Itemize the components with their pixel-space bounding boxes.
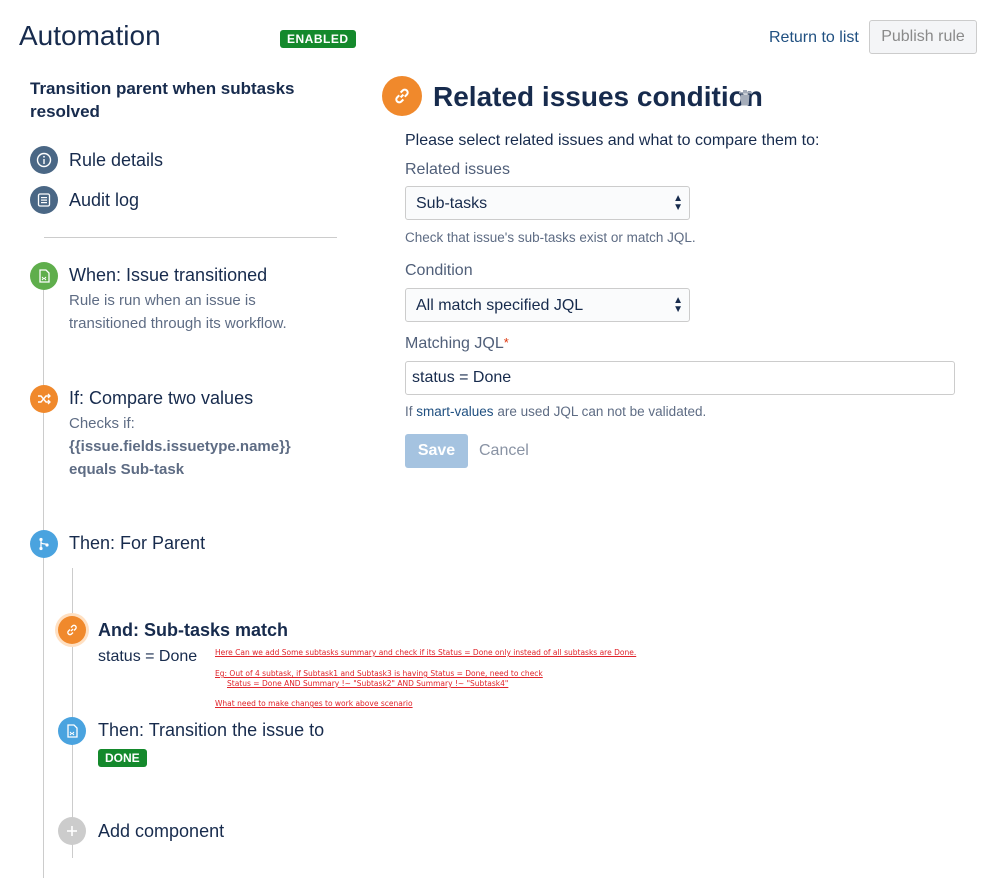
jql-input[interactable]: status = Done <box>405 361 955 395</box>
condition-title[interactable]: If: Compare two values <box>69 388 253 409</box>
related-issues-value: Sub-tasks <box>416 195 488 212</box>
jql-help-prefix: If <box>405 404 413 419</box>
list-icon[interactable] <box>30 186 58 214</box>
panel-intro: Please select related issues and what to… <box>405 132 820 149</box>
branch-icon[interactable] <box>30 530 58 558</box>
jql-label-text: Matching JQL <box>405 335 504 352</box>
related-issues-label: Related issues <box>405 161 510 178</box>
add-component-button[interactable]: Add component <box>98 821 224 842</box>
page-title: Automation <box>19 20 161 51</box>
trash-icon[interactable] <box>739 90 751 106</box>
select-arrows-icon: ▲ ▼ <box>673 295 683 315</box>
branch-line <box>72 568 73 858</box>
condition-label: Condition <box>405 262 473 279</box>
rule-name: Transition parent when subtasks resolved <box>30 79 295 121</box>
annotation-line: Status = Done AND Summary !~ "Subtask2" … <box>227 679 509 688</box>
condition-select[interactable]: All match specified JQL ▲ ▼ <box>405 288 690 322</box>
condition-desc-suffix: equals Sub-task <box>69 461 185 478</box>
annotation-line: Eg: Out of 4 subtask, if Subtask1 and Su… <box>215 669 543 678</box>
action-title[interactable]: Then: Transition the issue to <box>98 720 324 741</box>
status-badge: ENABLED <box>280 30 356 48</box>
panel-title: Related issues condition <box>433 81 763 112</box>
divider <box>44 237 337 238</box>
cancel-button[interactable]: Cancel <box>479 442 529 460</box>
select-arrows-icon: ▲ ▼ <box>673 193 683 213</box>
action-icon[interactable] <box>58 717 86 745</box>
trigger-title[interactable]: When: Issue transitioned <box>69 265 267 286</box>
save-button[interactable]: Save <box>405 434 468 468</box>
condition-desc-prefix: Checks if: <box>69 415 135 432</box>
smart-values-link[interactable]: smart-values <box>416 404 493 419</box>
link-icon <box>382 76 422 116</box>
info-icon[interactable] <box>30 146 58 174</box>
related-issues-help: Check that issue's sub-tasks exist or ma… <box>405 230 696 245</box>
jql-help-suffix: are used JQL can not be validated. <box>497 404 707 419</box>
branch-title[interactable]: Then: For Parent <box>69 533 205 554</box>
sub-condition-description: status = Done <box>98 648 198 665</box>
annotation-line: Here Can we add Some subtasks summary an… <box>215 648 637 657</box>
done-status-badge: DONE <box>98 749 147 767</box>
annotation-line: What need to make changes to work above … <box>215 699 413 708</box>
return-to-list-link[interactable]: Return to list <box>769 29 859 47</box>
nav-rule-details[interactable]: Rule details <box>69 150 163 171</box>
sub-condition-title[interactable]: And: Sub-tasks match <box>98 620 288 641</box>
condition-desc-value: {{issue.fields.issuetype.name}} <box>69 438 291 455</box>
condition-value: All match specified JQL <box>416 297 584 314</box>
publish-rule-button[interactable]: Publish rule <box>869 20 977 54</box>
related-issues-select[interactable]: Sub-tasks ▲ ▼ <box>405 186 690 220</box>
shuffle-icon[interactable] <box>30 385 58 413</box>
trigger-icon[interactable] <box>30 262 58 290</box>
nav-audit-log[interactable]: Audit log <box>69 190 139 211</box>
link-icon[interactable] <box>58 616 86 644</box>
trigger-description: Rule is run when an issue is transitione… <box>69 292 287 332</box>
plus-icon[interactable] <box>58 817 86 845</box>
timeline-line <box>43 290 44 878</box>
jql-help: If smart-values are used JQL can not be … <box>405 404 706 419</box>
jql-label: Matching JQL* <box>405 335 509 353</box>
required-marker: * <box>503 335 509 350</box>
